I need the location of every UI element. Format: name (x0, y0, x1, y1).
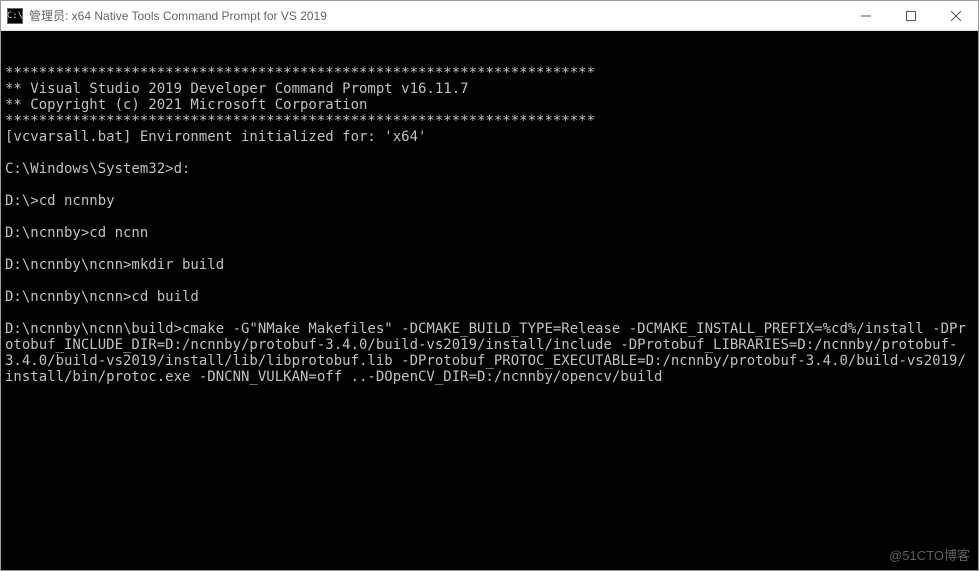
app-icon: C:\ (7, 8, 23, 24)
minimize-button[interactable] (843, 1, 888, 30)
terminal-output: ****************************************… (5, 65, 974, 385)
titlebar[interactable]: C:\ 管理员: x64 Native Tools Command Prompt… (1, 1, 978, 31)
window-controls (843, 1, 978, 30)
maximize-button[interactable] (888, 1, 933, 30)
watermark: @51CTO博客 (889, 548, 970, 564)
close-button[interactable] (933, 1, 978, 30)
window-title: 管理员: x64 Native Tools Command Prompt for… (29, 7, 843, 24)
text-cursor (662, 371, 670, 385)
command-prompt-window: C:\ 管理员: x64 Native Tools Command Prompt… (0, 0, 979, 571)
terminal-area[interactable]: ****************************************… (1, 31, 978, 570)
